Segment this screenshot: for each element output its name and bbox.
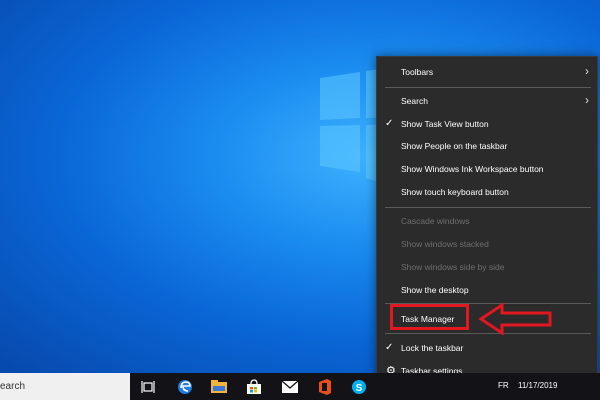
menu-item-label: Show People on the taskbar — [401, 141, 508, 151]
menu-item-show-stacked: Show windows stacked — [377, 233, 597, 255]
file-explorer-icon[interactable] — [209, 377, 229, 397]
clock-date[interactable]: 11/17/2019 — [518, 381, 557, 390]
menu-item-search[interactable]: Search › — [377, 90, 597, 112]
menu-item-label: Show Windows Ink Workspace button — [401, 164, 544, 174]
menu-separator — [385, 207, 591, 208]
taskbar: earch S FR 11/17/2019 — [0, 373, 600, 400]
store-icon[interactable] — [244, 377, 264, 397]
checkmark-icon: ✓ — [385, 342, 394, 353]
menu-item-show-ink-workspace[interactable]: Show Windows Ink Workspace button — [377, 158, 597, 180]
menu-item-label: Show Task View button — [401, 119, 489, 129]
taskbar-context-menu: Toolbars › Search › ✓ Show Task View but… — [376, 56, 598, 388]
menu-item-cascade-windows: Cascade windows — [377, 210, 597, 232]
menu-item-label: Show touch keyboard button — [401, 187, 509, 197]
menu-item-label: Show windows side by side — [401, 262, 505, 272]
menu-separator — [385, 87, 591, 88]
menu-item-show-touch-keyboard[interactable]: Show touch keyboard button — [377, 181, 597, 203]
svg-text:S: S — [356, 383, 363, 394]
mail-icon[interactable] — [280, 377, 300, 397]
menu-item-show-people[interactable]: Show People on the taskbar — [377, 135, 597, 157]
menu-item-label: Show the desktop — [401, 285, 469, 295]
menu-item-label: Show windows stacked — [401, 239, 489, 249]
menu-item-label: Toolbars — [401, 67, 434, 77]
chevron-right-icon: › — [585, 64, 589, 78]
office-icon[interactable] — [315, 377, 335, 397]
menu-item-show-desktop[interactable]: Show the desktop — [377, 279, 597, 301]
checkmark-icon: ✓ — [385, 118, 394, 129]
menu-item-label: Cascade windows — [401, 216, 470, 226]
menu-item-toolbars[interactable]: Toolbars › — [377, 61, 597, 83]
skype-icon[interactable]: S — [349, 377, 369, 397]
chevron-right-icon: › — [585, 93, 589, 107]
search-box[interactable]: earch — [0, 373, 130, 400]
menu-item-lock-taskbar[interactable]: ✓ Lock the taskbar — [377, 337, 597, 359]
menu-item-show-task-view[interactable]: ✓ Show Task View button — [377, 113, 597, 135]
edge-icon[interactable] — [175, 377, 195, 397]
search-text: earch — [0, 381, 26, 392]
menu-item-label: Search — [401, 96, 428, 106]
menu-item-label: Lock the taskbar — [401, 343, 464, 353]
language-indicator[interactable]: FR — [498, 381, 509, 390]
menu-item-side-by-side: Show windows side by side — [377, 256, 597, 278]
task-view-icon[interactable] — [138, 377, 158, 397]
highlight-box — [390, 304, 469, 330]
red-arrow-annotation — [478, 302, 552, 336]
